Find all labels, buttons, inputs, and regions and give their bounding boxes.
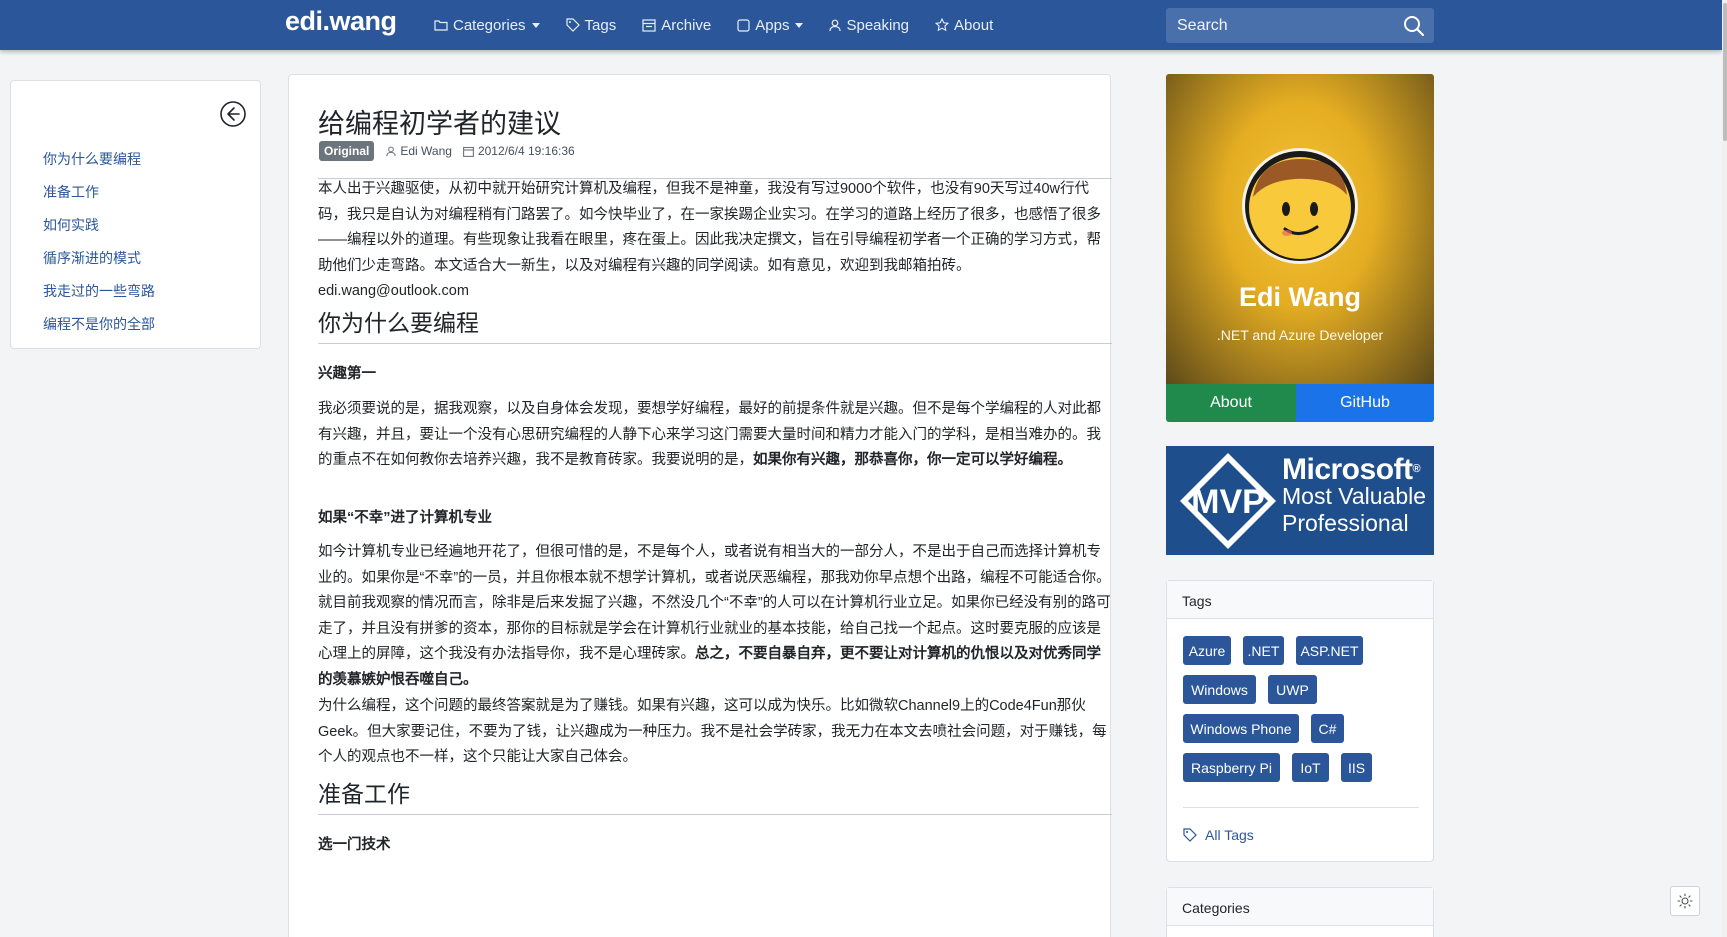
- nav-tags[interactable]: Tags: [565, 16, 617, 34]
- tag-button[interactable]: ASP.NET: [1296, 636, 1363, 665]
- body-paragraph: 我必须要说的是，据我观察，以及自身体会发现，要想学好编程，最好的前提条件就是兴趣…: [318, 397, 1114, 474]
- divider: [1183, 807, 1419, 808]
- categories-card: Categories: [1166, 887, 1434, 937]
- nav-tags-label: Tags: [584, 16, 617, 34]
- post-author: Edi Wang: [386, 144, 452, 158]
- subsection-heading: 兴趣第一: [318, 366, 376, 382]
- person-icon: [386, 146, 397, 156]
- top-navbar: edi.wang Categories Tags Archive Apps Sp…: [0, 0, 1722, 50]
- mvp-line1: Microsoft: [1282, 453, 1413, 486]
- all-tags-label: All Tags: [1205, 827, 1254, 843]
- nav-about[interactable]: About: [935, 17, 993, 34]
- categories-card-title: Categories: [1167, 888, 1433, 926]
- post-title: 给编程初学者的建议: [318, 109, 561, 139]
- nav-apps-label: Apps: [755, 16, 790, 34]
- post-date: 2012/6/4 19:16:36: [462, 144, 575, 158]
- nav-speaking-label: Speaking: [846, 16, 910, 34]
- archive-icon: [642, 18, 656, 32]
- tag-button[interactable]: UWP: [1268, 675, 1317, 704]
- toc-item[interactable]: 我走过的一些弯路: [43, 279, 155, 312]
- post-meta: Original Edi Wang 2012/6/4 19:16:36: [319, 141, 586, 161]
- post-article: 给编程初学者的建议 Original Edi Wang 2012/6/4 19:…: [288, 74, 1114, 937]
- body-paragraph: 如今计算机专业已经遍地开花了，但很可惜的是，不是每个人，或者说有相当大的一部分人…: [318, 540, 1114, 693]
- mvp-banner[interactable]: MVP Microsoft® Most Valuable Professiona…: [1166, 446, 1434, 555]
- chevron-down-icon: [795, 22, 804, 28]
- original-badge: Original: [319, 141, 375, 161]
- profile-card: Edi Wang .NET and Azure Developer About …: [1166, 74, 1434, 422]
- toc-item[interactable]: 编程不是你的全部: [43, 312, 155, 345]
- github-button[interactable]: GitHub: [1296, 384, 1434, 422]
- nav-categories[interactable]: Categories: [434, 17, 540, 34]
- nav-archive-label: Archive: [661, 16, 712, 34]
- sun-icon: [1677, 893, 1693, 909]
- toc-item[interactable]: 循序渐进的模式: [43, 246, 155, 279]
- nav-apps[interactable]: Apps: [737, 16, 804, 34]
- tag-button[interactable]: Raspberry Pi: [1183, 753, 1280, 782]
- avatar: [1242, 148, 1358, 264]
- mvp-logo: MVP: [1180, 453, 1276, 549]
- mvp-line2: Most Valuable: [1282, 483, 1427, 509]
- table-of-contents: 你为什么要编程 准备工作 如何实践 循序渐进的模式 我走过的一些弯路 编程不是你…: [10, 80, 261, 349]
- divider: [318, 343, 1112, 344]
- person-icon: [829, 19, 842, 31]
- page-scrollbar[interactable]: [1722, 0, 1727, 937]
- subsection-heading: 选一门技术: [318, 837, 391, 853]
- search-input[interactable]: [1166, 8, 1396, 43]
- section-heading: 你为什么要编程: [318, 310, 479, 336]
- mvp-text: Microsoft® Most Valuable Professional: [1282, 453, 1427, 537]
- toc-item[interactable]: 准备工作: [43, 180, 155, 213]
- scrollbar-thumb[interactable]: [1723, 3, 1727, 141]
- tag-button[interactable]: C#: [1311, 714, 1344, 743]
- toc-item[interactable]: 如何实践: [43, 213, 155, 246]
- chevron-down-icon: [531, 22, 540, 28]
- section-heading: 准备工作: [318, 781, 410, 807]
- post-author-name: Edi Wang: [400, 144, 452, 158]
- all-tags-link[interactable]: All Tags: [1183, 827, 1254, 843]
- nav-menu: Categories Tags Archive Apps Speaking Ab…: [434, 0, 1019, 50]
- profile-role: .NET and Azure Developer: [1216, 327, 1384, 343]
- search-icon[interactable]: [1402, 14, 1426, 38]
- nav-speaking[interactable]: Speaking: [829, 17, 909, 34]
- tag-button[interactable]: Windows Phone: [1183, 714, 1299, 743]
- tag-button[interactable]: IoT: [1292, 753, 1329, 782]
- square-icon: [737, 18, 750, 32]
- search-box: [1166, 8, 1434, 43]
- toc-item[interactable]: 你为什么要编程: [43, 147, 155, 180]
- paragraph-emphasis: 如果你有兴趣，那恭喜你，你一定可以学好编程。: [753, 452, 1072, 468]
- post-date-text: 2012/6/4 19:16:36: [477, 144, 575, 158]
- mvp-badge-text: MVP: [1191, 483, 1265, 521]
- nav-archive[interactable]: Archive: [642, 17, 711, 34]
- profile-name: Edi Wang: [1239, 282, 1361, 312]
- subsection-heading: 如果“不幸”进了计算机专业: [318, 510, 492, 526]
- paragraph-text: 如今计算机专业已经遍地开花了，但很可惜的是，不是每个人，或者说有相当大的一部分人…: [318, 544, 1111, 662]
- tag-icon: [565, 18, 580, 32]
- star-icon: [935, 18, 950, 32]
- back-arrow-icon[interactable]: [219, 100, 247, 128]
- tag-button[interactable]: IIS: [1341, 753, 1372, 782]
- nav-about-label: About: [954, 16, 994, 34]
- registered-mark: ®: [1412, 463, 1421, 475]
- tags-card-title: Tags: [1167, 581, 1433, 619]
- calendar-icon: [462, 146, 474, 157]
- folder-icon: [434, 20, 448, 31]
- nav-categories-label: Categories: [453, 16, 526, 34]
- body-paragraph: 为什么编程，这个问题的最终答案就是为了赚钱。如果有兴趣，这可以成为快乐。比如微软…: [318, 698, 1107, 765]
- tag-button[interactable]: .NET: [1243, 636, 1284, 665]
- mvp-line3: Professional: [1282, 510, 1409, 536]
- tags-card: Tags Azure .NET ASP.NET Windows UWP Wind…: [1166, 580, 1434, 862]
- about-button[interactable]: About: [1166, 384, 1296, 422]
- site-brand[interactable]: edi.wang: [285, 6, 397, 37]
- toc-list: 你为什么要编程 准备工作 如何实践 循序渐进的模式 我走过的一些弯路 编程不是你…: [43, 147, 155, 345]
- tag-button[interactable]: Windows: [1183, 675, 1256, 704]
- tag-icon: [1183, 828, 1197, 842]
- tag-button[interactable]: Azure: [1183, 636, 1231, 665]
- intro-paragraph: 本人出于兴趣驱使，从初中就开始研究计算机及编程，但我不是神童，我没有写过9000…: [318, 181, 1101, 299]
- divider: [318, 814, 1112, 815]
- theme-toggle-button[interactable]: [1670, 886, 1700, 916]
